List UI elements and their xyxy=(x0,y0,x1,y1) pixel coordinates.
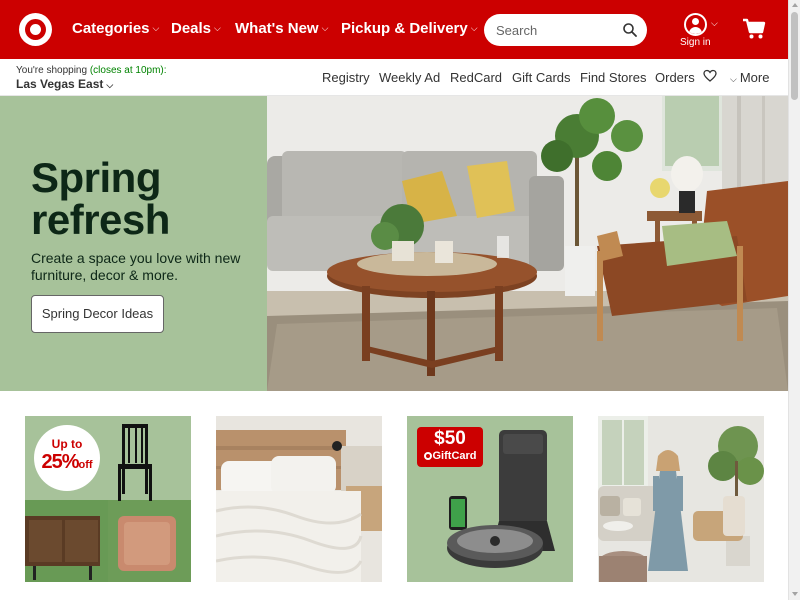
store-name: Las Vegas East xyxy=(16,77,104,91)
sign-in-label: Sign in xyxy=(680,37,711,48)
giftcard-badge: $50 GiftCard xyxy=(417,428,483,462)
spring-decor-ideas-button[interactable]: Spring Decor Ideas xyxy=(31,295,164,333)
badge-line1: Up to xyxy=(51,437,83,451)
nav-deals[interactable]: Deals ⌵ xyxy=(171,20,221,37)
sign-in-button[interactable]: ⌵ Sign in xyxy=(678,13,722,49)
hero-subtitle: Create a space you love with new furnitu… xyxy=(31,250,241,283)
tile-robot-vacuum-giftcard[interactable]: $50 GiftCard xyxy=(407,416,573,582)
hero-title: Spring refresh xyxy=(31,157,170,241)
hero-image-living-room[interactable] xyxy=(267,96,788,391)
scroll-up-arrow-icon[interactable] xyxy=(792,3,798,7)
badge-off: off xyxy=(78,459,93,471)
giftcard-amount: $50 xyxy=(434,428,466,449)
nav-pickup-delivery-label: Pickup & Delivery xyxy=(341,20,468,37)
page-scrollbar[interactable] xyxy=(788,0,800,600)
store-hours: (closes at 10pm): xyxy=(89,65,167,76)
giftcard-label-row: GiftCard xyxy=(417,450,483,462)
search-input[interactable] xyxy=(496,21,616,39)
store-selector[interactable]: Las Vegas East ⌵ xyxy=(16,77,113,91)
link-redcard[interactable]: RedCard xyxy=(450,70,502,85)
heart-icon[interactable] xyxy=(703,69,717,83)
nav-categories[interactable]: Categories ⌵ xyxy=(72,20,159,37)
nav-whats-new-label: What's New xyxy=(235,20,319,37)
badge-percent: 25%off xyxy=(34,451,100,476)
tile-furniture-deals[interactable]: Up to 25%off xyxy=(25,416,191,582)
link-weekly-ad[interactable]: Weekly Ad xyxy=(379,70,440,85)
nav-pickup-delivery[interactable]: Pickup & Delivery ⌵ xyxy=(341,20,478,37)
tile-living-room-model[interactable] xyxy=(598,416,764,582)
badge-percent-value: 25% xyxy=(41,451,79,473)
scroll-down-arrow-icon[interactable] xyxy=(792,592,798,596)
nav-deals-label: Deals xyxy=(171,20,212,37)
target-logo[interactable] xyxy=(19,13,52,46)
store-hours-line: You're shopping (closes at 10pm): xyxy=(16,65,167,76)
discount-badge: Up to 25%off xyxy=(34,438,100,476)
link-registry[interactable]: Registry xyxy=(322,70,370,85)
giftcard-label: GiftCard xyxy=(432,450,477,462)
hero-title-line2: refresh xyxy=(31,196,170,243)
chevron-down-icon: ⌵ xyxy=(106,80,114,90)
more-menu[interactable]: ⌵ More xyxy=(730,70,769,85)
shopping-prefix: You're shopping xyxy=(16,65,88,76)
tile-bedding[interactable] xyxy=(216,416,382,582)
chevron-down-icon: ⌵ xyxy=(152,23,160,33)
link-find-stores[interactable]: Find Stores xyxy=(580,70,646,85)
nav-categories-label: Categories xyxy=(72,20,150,37)
target-logo-icon xyxy=(423,452,432,460)
search-icon[interactable] xyxy=(622,22,638,38)
utility-bar: You're shopping (closes at 10pm): Las Ve… xyxy=(0,59,788,96)
hero-panel xyxy=(0,96,267,391)
more-label: More xyxy=(739,70,770,85)
search-bar xyxy=(484,14,647,46)
link-gift-cards[interactable]: Gift Cards xyxy=(512,70,571,85)
chevron-down-icon: ⌵ xyxy=(711,18,718,28)
scroll-thumb[interactable] xyxy=(791,12,798,100)
hero-title-line1: Spring xyxy=(31,154,161,201)
top-header: Categories ⌵ Deals ⌵ What's New ⌵ Pickup & … xyxy=(0,0,788,59)
chevron-down-icon: ⌵ xyxy=(730,74,737,84)
chevron-down-icon: ⌵ xyxy=(214,23,221,33)
cart-icon[interactable] xyxy=(742,18,766,40)
person-icon xyxy=(684,13,707,36)
chevron-down-icon: ⌵ xyxy=(321,23,329,33)
nav-whats-new[interactable]: What's New ⌵ xyxy=(235,20,328,37)
chevron-down-icon: ⌵ xyxy=(470,23,478,33)
link-orders[interactable]: Orders xyxy=(655,70,695,85)
